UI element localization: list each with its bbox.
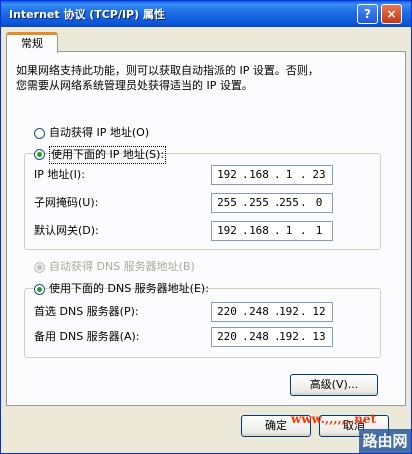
radio-manual-ip[interactable]: 使用下面的 IP 地址(S): bbox=[34, 146, 167, 164]
dot: . bbox=[300, 305, 307, 318]
dns-group bbox=[24, 288, 381, 358]
octet: 248 bbox=[249, 305, 269, 318]
octet: 13 bbox=[312, 330, 326, 343]
radio-label: 使用下面的 IP 地址(S): bbox=[49, 146, 167, 164]
octet: 168 bbox=[249, 224, 269, 237]
dot: . bbox=[300, 330, 307, 343]
radio-button[interactable] bbox=[34, 128, 45, 139]
octet: 192 bbox=[279, 305, 299, 318]
radio-label: 自动获得 IP 地址(O) bbox=[49, 126, 150, 139]
preferred-dns-field[interactable]: 220. 248. 192. 12 bbox=[211, 302, 333, 322]
close-button[interactable]: × bbox=[381, 4, 402, 24]
alternate-dns-field[interactable]: 220. 248. 192. 13 bbox=[211, 327, 333, 347]
octet: 168 bbox=[249, 168, 269, 181]
description-line: 您需要从网络系统管理员处获得适当的 IP 设置。 bbox=[16, 79, 253, 92]
octet: 0 bbox=[315, 196, 323, 209]
window-title: Internet 协议 (TCP/IP) 属性 bbox=[9, 8, 165, 21]
octet: 220 bbox=[217, 330, 237, 343]
octet: 220 bbox=[217, 305, 237, 318]
octet: 255 bbox=[249, 196, 269, 209]
octet: 255 bbox=[279, 196, 299, 209]
octet: 192 bbox=[217, 168, 237, 181]
radio-label: 自动获得 DNS 服务器地址(B) bbox=[49, 260, 195, 273]
octet: 192 bbox=[279, 330, 299, 343]
watermark-url: www.,,,,,,.net bbox=[291, 412, 377, 426]
octet: 255 bbox=[217, 196, 237, 209]
default-gateway-label: 默认网关(D): bbox=[34, 224, 99, 237]
octet: 23 bbox=[312, 168, 326, 181]
help-button[interactable]: ? bbox=[357, 4, 378, 24]
description-line: 如果网络支持此功能，则可以获取自动指派的 IP 设置。否则， bbox=[16, 64, 319, 77]
octet: 1 bbox=[315, 224, 323, 237]
octet: 12 bbox=[312, 305, 326, 318]
preferred-dns-label: 首选 DNS 服务器(P): bbox=[34, 305, 139, 318]
radio-button[interactable] bbox=[34, 284, 45, 295]
alternate-dns-label: 备用 DNS 服务器(A): bbox=[34, 330, 140, 343]
default-gateway-field[interactable]: 192. 168. 1. 1 bbox=[211, 221, 333, 241]
tab-general[interactable]: 常规 bbox=[6, 32, 58, 53]
octet: 248 bbox=[249, 330, 269, 343]
radio-manual-dns[interactable]: 使用下面的 DNS 服务器地址(E): bbox=[34, 281, 209, 297]
radio-button[interactable] bbox=[34, 149, 45, 160]
subnet-mask-label: 子网掩码(U): bbox=[34, 196, 99, 209]
ip-address-field[interactable]: 192. 168. 1. 23 bbox=[211, 165, 333, 185]
octet: 1 bbox=[285, 168, 293, 181]
dot: . bbox=[300, 196, 307, 209]
octet: 1 bbox=[285, 224, 293, 237]
ip-address-label: IP 地址(I): bbox=[34, 168, 85, 181]
dot: . bbox=[300, 168, 307, 181]
description: 如果网络支持此功能，则可以获取自动指派的 IP 设置。否则， 您需要从网络系统管… bbox=[16, 63, 376, 93]
octet: 192 bbox=[217, 224, 237, 237]
dialog-window: Internet 协议 (TCP/IP) 属性 ? × 常规 如果网络支持此功能… bbox=[0, 0, 412, 454]
radio-label: 使用下面的 DNS 服务器地址(E): bbox=[49, 282, 209, 295]
radio-button[interactable] bbox=[34, 262, 45, 273]
watermark-logo: 路由网 bbox=[359, 429, 411, 453]
title-bar[interactable]: Internet 协议 (TCP/IP) 属性 ? × bbox=[1, 1, 411, 27]
advanced-button[interactable]: 高级(V)... bbox=[290, 374, 378, 396]
subnet-mask-field[interactable]: 255. 255. 255. 0 bbox=[211, 193, 333, 213]
dot: . bbox=[300, 224, 307, 237]
